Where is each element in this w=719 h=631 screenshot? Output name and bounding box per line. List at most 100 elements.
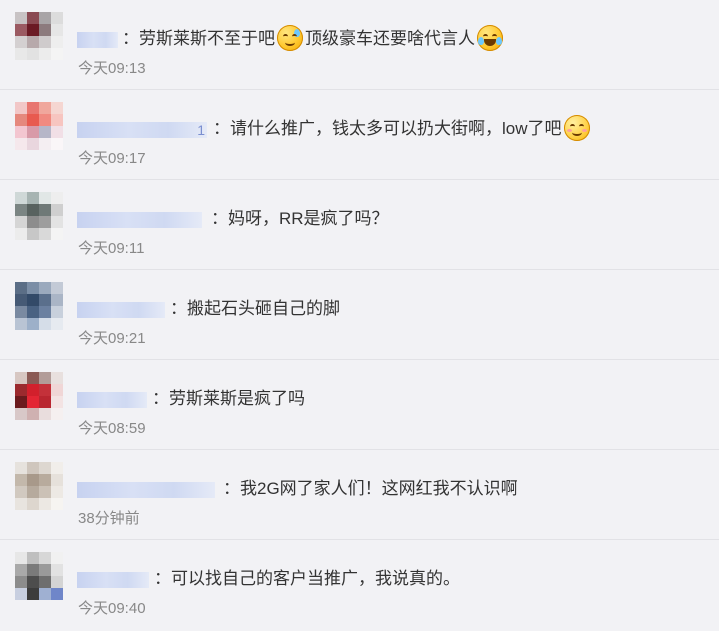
comment-time: 今天09:11 <box>78 240 145 257</box>
username-link[interactable] <box>77 302 165 318</box>
avatar-mosaic-cell <box>27 48 39 60</box>
avatar-mosaic-cell <box>27 498 39 510</box>
avatar-mosaic-cell <box>51 588 63 600</box>
comment-separator: ： <box>211 209 228 228</box>
avatar-mosaic-cell <box>39 228 51 240</box>
avatar-mosaic-cell <box>27 588 39 600</box>
avatar[interactable] <box>15 12 63 60</box>
avatar-mosaic-cell <box>15 564 27 576</box>
avatar-mosaic-cell <box>27 396 39 408</box>
avatar[interactable] <box>15 552 63 600</box>
avatar-mosaic-cell <box>39 192 51 204</box>
comment-time: 今天09:17 <box>78 150 146 167</box>
avatar-mosaic-cell <box>15 192 27 204</box>
avatar-mosaic-cell <box>15 102 27 114</box>
comment-separator: ： <box>223 479 240 498</box>
avatar-mosaic-cell <box>51 216 63 228</box>
comment-text-part: 妈呀，RR是疯了吗？ <box>228 209 389 228</box>
avatar-mosaic-cell <box>15 372 27 384</box>
comment-item: ：妈呀，RR是疯了吗？ 今天09:11 <box>0 180 719 270</box>
avatar-mosaic-cell <box>39 552 51 564</box>
avatar-mosaic-cell <box>51 204 63 216</box>
avatar-mosaic-cell <box>51 384 63 396</box>
avatar-mosaic-cell <box>27 216 39 228</box>
avatar-mosaic-cell <box>15 318 27 330</box>
username-link[interactable] <box>77 392 147 408</box>
comment-text: ：请什么推广，钱太多可以扔大街啊，low了吧 <box>213 114 592 141</box>
avatar-mosaic-cell <box>15 24 27 36</box>
comment-time: 38分钟前 <box>78 510 140 527</box>
avatar-mosaic-cell <box>15 588 27 600</box>
comment-text: ：搬起石头砸自己的脚 <box>170 298 340 320</box>
avatar-mosaic-cell <box>51 36 63 48</box>
avatar-mosaic-cell <box>27 384 39 396</box>
avatar-mosaic-cell <box>27 408 39 420</box>
avatar-mosaic-cell <box>51 192 63 204</box>
avatar-mosaic-cell <box>51 408 63 420</box>
smile-emoji-icon <box>563 114 590 141</box>
avatar-mosaic-cell <box>27 228 39 240</box>
avatar[interactable] <box>15 102 63 150</box>
avatar-mosaic-cell <box>39 114 51 126</box>
avatar[interactable] <box>15 372 63 420</box>
comment-list: ：劳斯莱斯不至于吧 顶级豪车还要啥代言人 今天09:13 1 ：请什么推广，钱太多… <box>0 0 719 630</box>
avatar-mosaic-cell <box>51 552 63 564</box>
comment-text-part: 搬起石头砸自己的脚 <box>187 299 340 318</box>
comment-text-part: 我2G网了家人们！这网红我不认识啊 <box>240 479 518 498</box>
comment-text-part: 劳斯莱斯不至于吧 <box>139 29 275 48</box>
avatar[interactable] <box>15 282 63 330</box>
avatar-mosaic-cell <box>15 12 27 24</box>
avatar-mosaic-cell <box>27 282 39 294</box>
avatar-mosaic-cell <box>39 318 51 330</box>
avatar-mosaic-cell <box>39 408 51 420</box>
avatar-mosaic-cell <box>27 24 39 36</box>
avatar-mosaic-cell <box>39 474 51 486</box>
avatar-mosaic-cell <box>39 102 51 114</box>
avatar-mosaic-cell <box>27 102 39 114</box>
avatar[interactable] <box>15 192 63 240</box>
avatar-mosaic-cell <box>51 102 63 114</box>
avatar-mosaic-cell <box>39 486 51 498</box>
avatar-mosaic-cell <box>51 372 63 384</box>
username-link[interactable] <box>77 212 202 228</box>
avatar-mosaic-cell <box>15 282 27 294</box>
avatar-mosaic-cell <box>15 552 27 564</box>
avatar[interactable] <box>15 462 63 510</box>
avatar-mosaic-cell <box>27 294 39 306</box>
avatar-mosaic-cell <box>15 138 27 150</box>
avatar-mosaic-cell <box>27 36 39 48</box>
username-link[interactable]: 1 <box>77 122 207 138</box>
avatar-mosaic-cell <box>39 12 51 24</box>
avatar-mosaic-cell <box>15 48 27 60</box>
avatar-mosaic-cell <box>15 462 27 474</box>
sweat-cry-emoji-icon <box>277 24 303 51</box>
username-link[interactable] <box>77 32 118 48</box>
avatar-mosaic-cell <box>39 216 51 228</box>
avatar-mosaic-cell <box>27 126 39 138</box>
comment-time: 今天09:21 <box>78 330 146 347</box>
avatar-mosaic-cell <box>27 114 39 126</box>
avatar-mosaic-cell <box>27 192 39 204</box>
avatar-mosaic-cell <box>15 396 27 408</box>
avatar-mosaic-cell <box>39 372 51 384</box>
comment-separator: ： <box>122 29 139 48</box>
avatar-mosaic-cell <box>39 396 51 408</box>
comment-item: ：劳斯莱斯不至于吧 顶级豪车还要啥代言人 今天09:13 <box>0 0 719 90</box>
username-link[interactable] <box>77 572 149 588</box>
avatar-mosaic-cell <box>39 126 51 138</box>
comment-time: 今天08:59 <box>78 420 146 437</box>
username-link[interactable] <box>77 482 215 498</box>
comment-separator: ： <box>154 569 171 588</box>
avatar-mosaic-cell <box>51 564 63 576</box>
avatar-mosaic-cell <box>51 114 63 126</box>
comment-item: ：搬起石头砸自己的脚 今天09:21 <box>0 270 719 360</box>
comment-text: ：可以找自己的客户当推广，我说真的。 <box>154 568 460 590</box>
avatar-mosaic-cell <box>39 48 51 60</box>
avatar-mosaic-cell <box>51 306 63 318</box>
avatar-mosaic-cell <box>15 216 27 228</box>
avatar-mosaic-cell <box>39 576 51 588</box>
avatar-mosaic-cell <box>51 396 63 408</box>
avatar-mosaic-cell <box>39 564 51 576</box>
avatar-mosaic-cell <box>15 294 27 306</box>
avatar-mosaic-cell <box>27 318 39 330</box>
